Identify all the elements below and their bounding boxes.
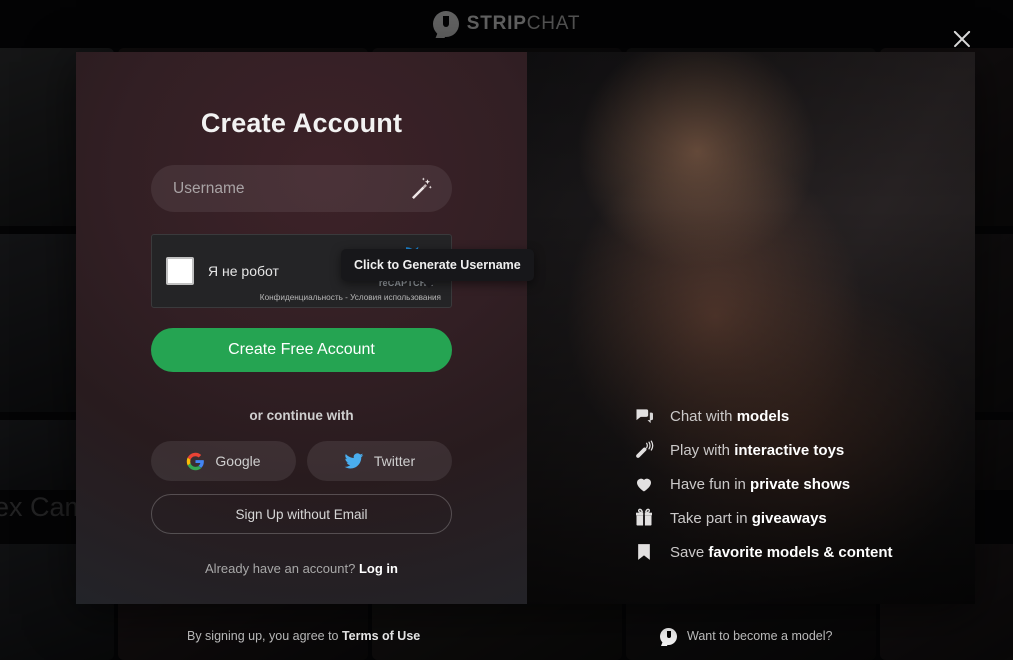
create-free-account-button[interactable]: Create Free Account	[151, 328, 452, 372]
magic-wand-icon[interactable]	[408, 176, 434, 202]
become-a-model-label: Want to become a model?	[687, 629, 833, 643]
bottom-bar: By signing up, you agree to Terms of Use…	[0, 612, 1013, 660]
feature-strong: private shows	[750, 475, 851, 493]
signup-without-email-button[interactable]: Sign Up without Email	[151, 494, 452, 534]
username-field-wrapper: Click to Generate Username	[151, 165, 534, 288]
promo-image-panel: Chat with models Play with interactive t…	[527, 52, 975, 604]
create-account-modal: Create Account Click to Generate Usernam…	[76, 52, 975, 604]
login-link[interactable]: Log in	[359, 561, 398, 576]
feature-strong: giveaways	[751, 509, 827, 527]
terms-notice: By signing up, you agree to Terms of Use	[187, 629, 420, 643]
recaptcha-checkbox[interactable]	[166, 257, 194, 285]
feature-item-private: Have fun in private shows	[634, 474, 893, 494]
google-login-label: Google	[215, 453, 261, 469]
login-prompt: Already have an account? Log in	[151, 561, 452, 576]
recaptcha-label: Я не робот	[208, 263, 279, 279]
close-icon[interactable]	[949, 26, 975, 52]
twitter-login-button[interactable]: Twitter	[307, 441, 452, 481]
feature-label: Save favorite models & content	[670, 544, 893, 561]
feature-item-giveaways: Take part in giveaways	[634, 508, 893, 528]
terms-of-use-link[interactable]: Terms of Use	[342, 629, 420, 643]
bookmark-icon	[638, 544, 650, 560]
twitter-icon	[344, 453, 364, 469]
google-login-button[interactable]: Google	[151, 441, 296, 481]
feature-strong: interactive toys	[734, 441, 845, 459]
feature-lead: Have fun in	[670, 475, 751, 493]
feature-item-toys: Play with interactive toys	[634, 440, 893, 460]
feature-label: Have fun in private shows	[670, 476, 850, 493]
heart-icon	[637, 478, 651, 492]
gift-icon	[636, 508, 652, 526]
feature-item-chat: Chat with models	[634, 406, 893, 426]
feature-label: Play with interactive toys	[670, 442, 844, 459]
feature-item-favorites: Save favorite models & content	[634, 542, 893, 562]
twitter-login-label: Twitter	[373, 453, 416, 469]
feature-label: Take part in giveaways	[670, 510, 827, 527]
interactive-toy-icon	[636, 440, 654, 458]
feature-label: Chat with models	[670, 408, 789, 425]
feature-strong: favorite models & content	[708, 543, 893, 561]
feature-lead: Take part in	[670, 509, 752, 527]
page-root: ex Cams ex Cams STRIPCHAT Create Account	[0, 0, 1013, 660]
chat-bubbles-icon	[636, 409, 653, 424]
google-icon	[187, 452, 205, 470]
become-a-model-link[interactable]: Want to become a model?	[660, 627, 833, 645]
feature-strong: models	[736, 407, 790, 425]
signup-form-panel: Create Account Click to Generate Usernam…	[76, 52, 534, 604]
feature-lead: Play with	[670, 441, 735, 459]
feature-lead: Save	[670, 543, 709, 561]
feature-lead: Chat with	[670, 407, 737, 425]
social-login-row: Google Twitter	[151, 441, 452, 481]
username-input[interactable]	[151, 165, 452, 212]
login-prompt-text: Already have an account?	[205, 561, 356, 576]
terms-notice-lead: By signing up, you agree to	[187, 629, 342, 643]
continue-with-label: or continue with	[249, 408, 354, 423]
recaptcha-terms[interactable]: Конфиденциальность - Условия использован…	[260, 293, 441, 302]
feature-list: Chat with models Play with interactive t…	[634, 406, 893, 562]
page-title: Create Account	[200, 108, 403, 138]
generate-username-tooltip: Click to Generate Username	[341, 249, 534, 288]
stripchat-bubble-icon	[660, 627, 677, 645]
